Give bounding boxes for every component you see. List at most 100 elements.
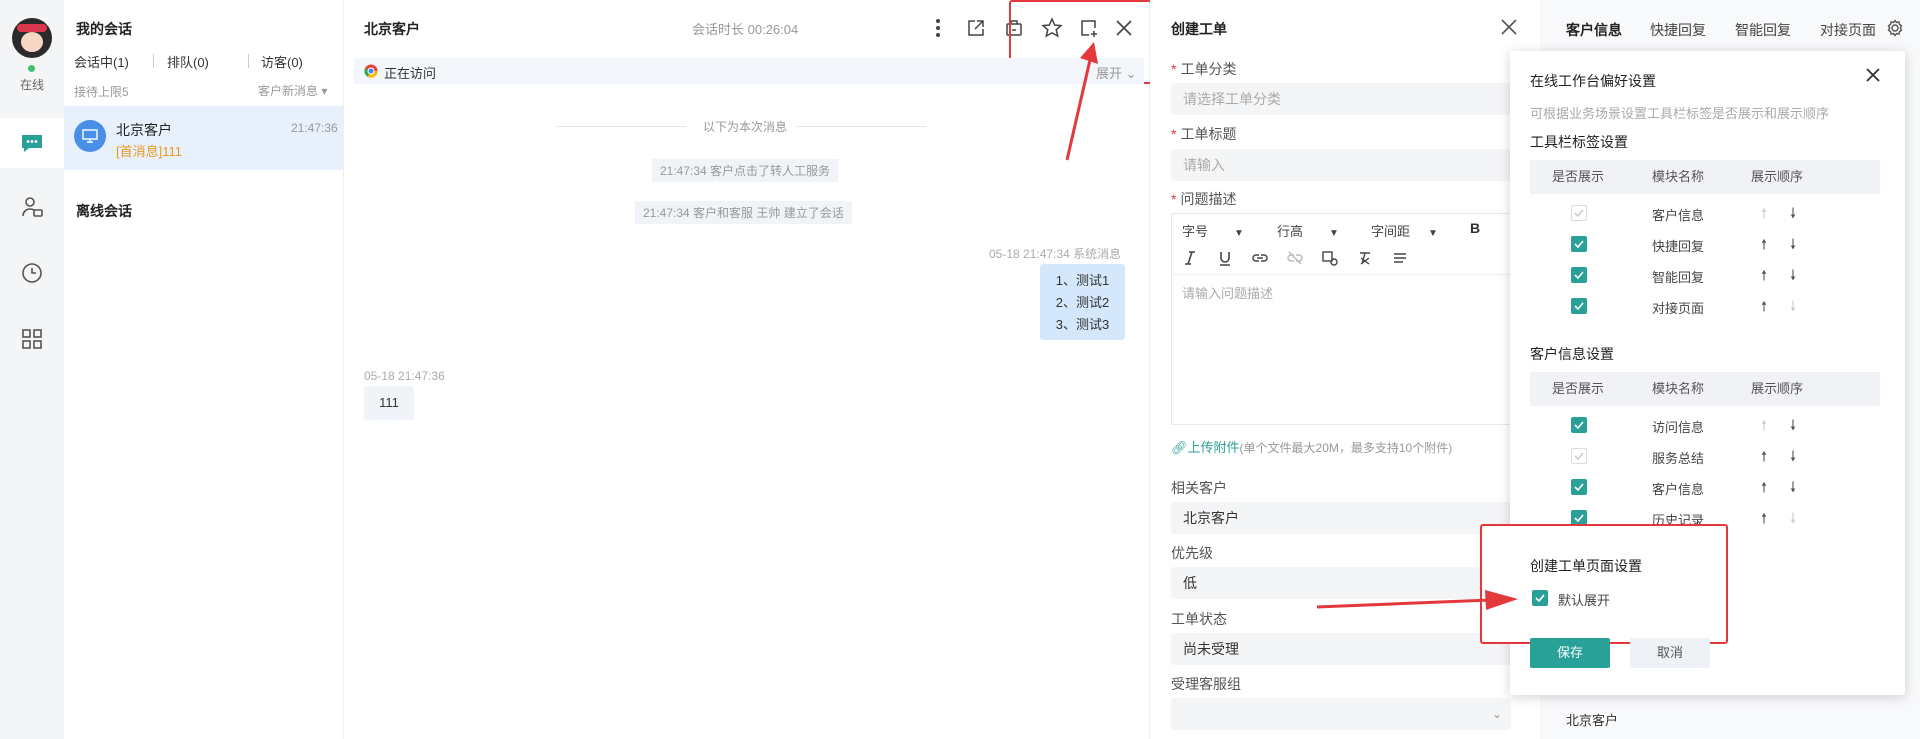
reception-limit: 接待上限5: [74, 85, 129, 99]
arrow-down-icon: 🠗: [1790, 298, 1797, 314]
arrow-up-icon: 🠕: [1761, 417, 1768, 433]
apps-grid-icon[interactable]: [18, 325, 46, 353]
upload-label: 上传附件: [1187, 440, 1240, 455]
arrow-up-icon[interactable]: 🠕: [1761, 296, 1767, 320]
image-icon[interactable]: [1322, 250, 1338, 266]
caret-down-icon: ▾: [321, 84, 328, 98]
history-clock-icon[interactable]: [18, 259, 46, 287]
left-rail: [0, 0, 64, 739]
description-placeholder: 请输入问题描述: [1182, 286, 1274, 301]
divider-line: [796, 126, 926, 127]
italic-icon[interactable]: [1182, 250, 1198, 266]
contacts-icon[interactable]: [18, 193, 46, 221]
format-toolbar: [1182, 250, 1408, 266]
tab-divider: [153, 54, 154, 68]
avatar[interactable]: [12, 18, 52, 58]
settings-gear-icon[interactable]: [1886, 19, 1904, 40]
category-select[interactable]: 请选择工单分类: [1171, 83, 1511, 115]
service-group-label: 受理客服组: [1171, 676, 1241, 692]
chevron-down-icon: ⌄: [1492, 707, 1503, 721]
module-name: 对接页面: [1652, 301, 1705, 316]
col-name: 模块名称: [1652, 169, 1705, 184]
arrow-up-icon[interactable]: 🠕: [1761, 508, 1767, 532]
tab-customer-info[interactable]: 客户信息: [1566, 20, 1622, 40]
checkbox-checked[interactable]: [1571, 298, 1587, 314]
checkbox-checked[interactable]: [1571, 267, 1587, 283]
customer-monitor-icon: [74, 120, 106, 152]
arrow-down-icon[interactable]: 🠗: [1790, 415, 1796, 439]
arrow-up-icon[interactable]: 🠕: [1761, 234, 1767, 258]
priority-label: 优先级: [1171, 545, 1213, 561]
letter-spacing-select[interactable]: 字间距 ▼: [1371, 221, 1438, 240]
more-vertical-icon[interactable]: [935, 18, 941, 41]
customer-message-bubble: 111: [364, 386, 414, 420]
ticket-title-input[interactable]: 请输入: [1171, 149, 1511, 181]
clear-format-icon[interactable]: [1357, 250, 1373, 266]
customer-name-bottom: 北京客户: [1566, 713, 1619, 728]
status-label: 工单状态: [1171, 611, 1227, 627]
arrow-down-icon[interactable]: 🠗: [1790, 203, 1796, 227]
online-status[interactable]: 在线: [0, 76, 64, 93]
visiting-label: 正在访问: [384, 66, 437, 81]
conversation-preview: [首消息]111: [116, 144, 182, 159]
tab-quick-reply[interactable]: 快捷回复: [1650, 20, 1706, 40]
arrow-down-icon[interactable]: 🠗: [1790, 265, 1796, 289]
red-arrow-up: [1065, 42, 1098, 161]
arrow-up-icon[interactable]: 🠕: [1761, 477, 1767, 501]
message-line: 3、测试3: [1055, 317, 1110, 332]
arrow-up-icon[interactable]: 🠕: [1761, 446, 1767, 470]
customer-info-settings-title: 客户信息设置: [1530, 346, 1614, 362]
tab-queue[interactable]: 排队(0): [167, 52, 209, 71]
bold-button[interactable]: B: [1470, 220, 1480, 236]
popup-title: 在线工作台偏好设置: [1530, 73, 1656, 89]
save-button[interactable]: 保存: [1530, 638, 1610, 668]
service-group-select[interactable]: [1171, 698, 1511, 730]
checkbox-checked[interactable]: [1571, 417, 1587, 433]
category-label-text: 工单分类: [1180, 61, 1237, 77]
arrow-down-icon[interactable]: 🠗: [1790, 446, 1796, 470]
close-icon[interactable]: [1500, 18, 1518, 39]
letter-spacing-label: 字间距: [1371, 224, 1411, 239]
arrow-up-icon: 🠕: [1761, 205, 1768, 221]
expand-toggle[interactable]: 展开 ⌄: [1096, 63, 1137, 82]
module-name: 智能回复: [1652, 270, 1705, 285]
font-size-select[interactable]: 字号 ▼: [1182, 221, 1244, 240]
table-header: 是否展示 模块名称 展示顺序: [1530, 160, 1880, 194]
session-divider-text: 以下为本次消息: [703, 120, 788, 134]
tab-visitors[interactable]: 访客(0): [261, 52, 303, 71]
tab-docking-page[interactable]: 对接页面: [1820, 20, 1876, 40]
arrow-down-icon[interactable]: 🠗: [1790, 477, 1796, 501]
underline-icon[interactable]: [1217, 250, 1233, 266]
related-customer-field[interactable]: 北京客户: [1171, 502, 1511, 534]
checkbox-disabled: [1571, 205, 1587, 221]
checkbox-checked[interactable]: [1571, 236, 1587, 252]
tab-smart-reply[interactable]: 智能回复: [1735, 20, 1791, 40]
conversation-item[interactable]: [64, 106, 344, 170]
system-message: 21:47:34 客户和客服 王帅 建立了会话: [635, 201, 852, 224]
line-height-select[interactable]: 行高 ▼: [1277, 221, 1339, 240]
unlink-icon[interactable]: [1287, 250, 1303, 266]
agent-message-bubble: 1、测试1 2、测试2 3、测试3: [1040, 264, 1125, 340]
module-name: 客户信息: [1652, 482, 1705, 497]
chat-icon[interactable]: [18, 129, 46, 157]
upload-attachment[interactable]: 🔗︎上传附件(单个文件最大20M，最多支持10个附件): [1171, 437, 1452, 456]
message-line: 1、测试1: [1055, 273, 1110, 288]
align-icon[interactable]: [1392, 250, 1408, 266]
close-icon[interactable]: [1866, 68, 1880, 85]
visiting-bar: [354, 58, 1144, 84]
link-icon[interactable]: [1252, 250, 1268, 266]
new-message-filter[interactable]: 客户新消息 ▾: [258, 82, 327, 99]
tab-in-session[interactable]: 会话中(1): [74, 52, 129, 71]
line-height-label: 行高: [1277, 224, 1304, 239]
status-select[interactable]: 尚未受理: [1171, 633, 1511, 665]
checkbox-checked[interactable]: [1571, 479, 1587, 495]
arrow-up-icon[interactable]: 🠕: [1761, 265, 1767, 289]
paperclip-icon: 🔗︎: [1171, 440, 1188, 455]
cancel-button[interactable]: 取消: [1630, 638, 1710, 668]
rich-text-editor[interactable]: [1171, 213, 1511, 425]
new-msg-label: 客户新消息: [258, 84, 319, 98]
message-meta: 05-18 21:47:36: [364, 369, 445, 383]
share-icon[interactable]: [966, 18, 986, 41]
arrow-down-icon[interactable]: 🠗: [1790, 234, 1796, 258]
font-size-label: 字号: [1182, 224, 1209, 239]
